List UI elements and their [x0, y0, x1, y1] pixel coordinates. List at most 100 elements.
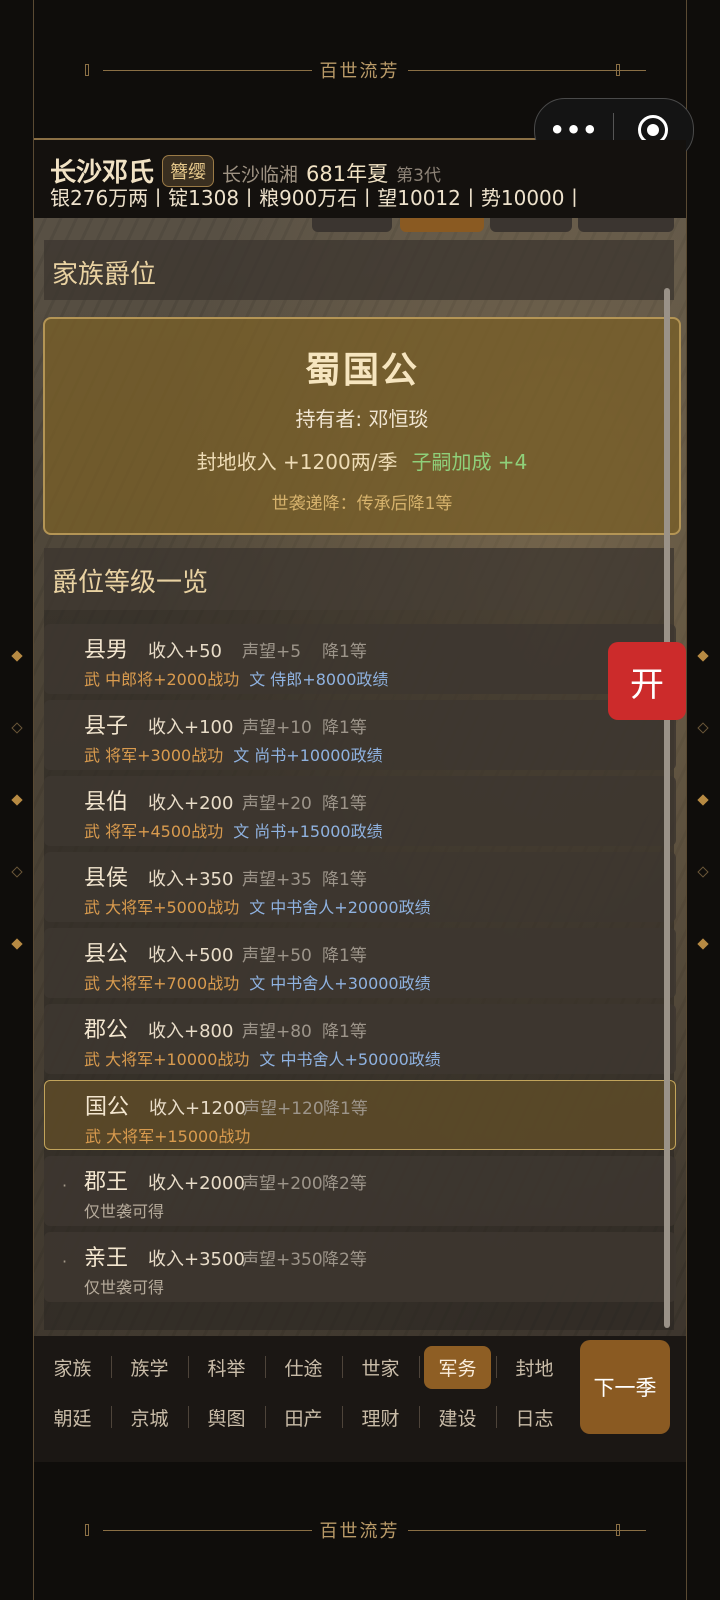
rank-decay: 降1等	[322, 870, 367, 890]
section-title-rank-list: 爵位等级一览	[52, 568, 209, 598]
hidden-tab	[490, 218, 572, 232]
rank-row-county-viscount[interactable]: 县子 收入+100 声望+10 降1等 武 将军+3000战功文 尚书+1000…	[44, 700, 676, 770]
nav-item-career[interactable]: 仕途	[265, 1342, 342, 1392]
nav-item-capital[interactable]: 京城	[111, 1392, 188, 1442]
rank-fame: 声望+120	[243, 1099, 324, 1119]
bullet-dot: ·	[62, 1252, 68, 1271]
next-season-button[interactable]: 下一季	[580, 1340, 670, 1434]
rank-decay: 降1等	[322, 946, 367, 966]
hidden-tab	[578, 218, 674, 232]
game-screen: 长沙邓氏 簪缨 长沙临湘 681年夏 第3代 银276万两丨锭1308丨粮900…	[34, 138, 686, 1462]
rank-fame: 声望+35	[242, 870, 312, 890]
civil-requirement: 文 侍郎+8000政绩	[249, 670, 389, 689]
family-header: 长沙邓氏 簪缨 长沙临湘 681年夏 第3代 银276万两丨锭1308丨粮900…	[34, 140, 686, 218]
title-holder: 持有者: 邓恒琰	[295, 407, 429, 431]
nav-item-farmland[interactable]: 田产	[265, 1392, 342, 1442]
nav-item-construction[interactable]: 建设	[419, 1392, 496, 1442]
bottom-nav: 家族 族学 科举 仕途 世家 军务 封地 朝廷 京城 舆图 田产 理财 建设 日…	[34, 1336, 686, 1462]
ornament-diamond	[11, 866, 23, 878]
rank-income: 收入+800	[148, 1021, 234, 1042]
rank-decay: 降2等	[322, 1250, 367, 1270]
rank-fame: 声望+200	[242, 1174, 323, 1194]
military-requirement: 武 将军+4500战功	[84, 822, 224, 841]
military-requirement: 武 大将军+15000战功	[85, 1127, 251, 1146]
hereditary-only-note: 仅世袭可得	[84, 1278, 165, 1297]
rank-fame: 声望+80	[242, 1022, 312, 1042]
hidden-tab-active	[400, 218, 484, 232]
rank-decay: 降1等	[322, 794, 367, 814]
rank-name: 县伯	[84, 790, 129, 815]
rank-decay: 降1等	[322, 1022, 367, 1042]
resource-bar: 银276万两丨锭1308丨粮900万石丨望10012丨势10000丨	[50, 186, 585, 210]
military-requirement: 武 大将军+10000战功	[84, 1050, 250, 1069]
rank-row-commandery-duke[interactable]: 郡公 收入+800 声望+80 降1等 武 大将军+10000战功文 中书舍人+…	[44, 1004, 676, 1074]
fief-income: 封地收入 +1200两/季 子嗣加成 +4	[45, 446, 679, 475]
rank-income: 收入+350	[148, 869, 234, 890]
heir-bonus: 子嗣加成 +4	[411, 450, 528, 474]
inheritance-decay: 世袭递降：传承后降1等	[271, 494, 453, 514]
rank-row-imperial-prince[interactable]: · 亲王 收入+3500 声望+350 降2等 仅世袭可得	[44, 1232, 676, 1302]
rank-row-county-earl[interactable]: 县伯 收入+200 声望+20 降1等 武 将军+4500战功文 尚书+1500…	[44, 776, 676, 846]
banner-title: 百世流芳	[311, 57, 408, 83]
nav-item-map[interactable]: 舆图	[188, 1392, 265, 1442]
rank-list-header: 爵位等级一览	[44, 548, 674, 610]
open-button[interactable]: 开	[608, 642, 686, 720]
rank-name: 亲王	[84, 1246, 129, 1271]
ornament-diamond	[11, 794, 23, 806]
rank-decay: 降2等	[322, 1174, 367, 1194]
bottom-banner: 百世流芳	[33, 1460, 686, 1600]
title-name: 蜀国公	[304, 350, 419, 391]
ornament-diamond	[697, 866, 709, 878]
scrollbar[interactable]	[664, 288, 670, 1328]
rank-name: 郡公	[84, 1018, 129, 1043]
civil-requirement: 文 尚书+10000政绩	[233, 746, 383, 765]
hereditary-only-note: 仅世袭可得	[84, 1202, 165, 1221]
section-title-family-rank: 家族爵位	[52, 260, 157, 290]
nav-item-exam[interactable]: 科举	[188, 1342, 265, 1392]
military-requirement: 武 大将军+5000战功	[84, 898, 240, 917]
military-requirement: 武 大将军+7000战功	[84, 974, 240, 993]
rank-row-county-duke[interactable]: 县公 收入+500 声望+50 降1等 武 大将军+7000战功文 中书舍人+3…	[44, 928, 676, 998]
hidden-tab	[312, 218, 392, 232]
nav-item-noble-houses[interactable]: 世家	[342, 1342, 419, 1392]
nav-item-family[interactable]: 家族	[34, 1342, 111, 1392]
nav-item-clan-school[interactable]: 族学	[111, 1342, 188, 1392]
rank-income: 收入+3500	[148, 1249, 245, 1270]
rank-row-commandery-prince[interactable]: · 郡王 收入+2000 声望+200 降2等 仅世袭可得	[44, 1156, 676, 1226]
civil-requirement: 文 中书舍人+20000政绩	[249, 898, 431, 917]
ornament-diamond	[11, 722, 23, 734]
bullet-dot: ·	[62, 1176, 68, 1195]
ornament-diamond	[697, 722, 709, 734]
nav-item-military[interactable]: 军务	[419, 1342, 496, 1392]
rank-row-county-baron[interactable]: 县男 收入+50 声望+5 降1等 武 中郎将+2000战功文 侍郎+8000政…	[44, 624, 676, 694]
rank-row-county-marquis[interactable]: 县侯 收入+350 声望+35 降1等 武 大将军+5000战功文 中书舍人+2…	[44, 852, 676, 922]
rank-name: 县子	[84, 714, 129, 739]
rank-fame: 声望+50	[242, 946, 312, 966]
rank-name: 县男	[84, 638, 129, 663]
ornament-diamond	[11, 650, 23, 662]
nav-item-log[interactable]: 日志	[496, 1392, 573, 1442]
rank-name: 郡王	[84, 1170, 129, 1195]
rank-income: 收入+1200	[149, 1098, 246, 1119]
rank-decay: 降1等	[322, 718, 367, 738]
civil-requirement: 文 中书舍人+50000政绩	[259, 1050, 441, 1069]
rank-row-state-duke-current[interactable]: 国公 收入+1200 声望+120 降1等 武 大将军+15000战功	[44, 1080, 676, 1150]
nav-item-court[interactable]: 朝廷	[34, 1392, 111, 1442]
rank-decay: 降1等	[323, 1099, 368, 1119]
ornament-diamond	[697, 938, 709, 950]
ornament-diamond	[697, 794, 709, 806]
rank-name: 县公	[84, 942, 129, 967]
frame-right-line	[686, 0, 687, 1600]
nav-item-fief[interactable]: 封地	[496, 1342, 573, 1392]
rank-income: 收入+100	[148, 717, 234, 738]
nav-item-finance[interactable]: 理财	[342, 1392, 419, 1442]
rank-name: 国公	[85, 1095, 130, 1120]
rank-income: 收入+500	[148, 945, 234, 966]
military-requirement: 武 将军+3000战功	[84, 746, 224, 765]
rank-fame: 声望+20	[242, 794, 312, 814]
ornament-diamond	[697, 650, 709, 662]
income-text: 封地收入 +1200两/季	[196, 450, 398, 474]
rank-income: 收入+50	[148, 641, 222, 662]
current-title-card: 蜀国公 持有者: 邓恒琰 封地收入 +1200两/季 子嗣加成 +4 世袭递降：传…	[43, 317, 681, 535]
rank-income: 收入+200	[148, 793, 234, 814]
